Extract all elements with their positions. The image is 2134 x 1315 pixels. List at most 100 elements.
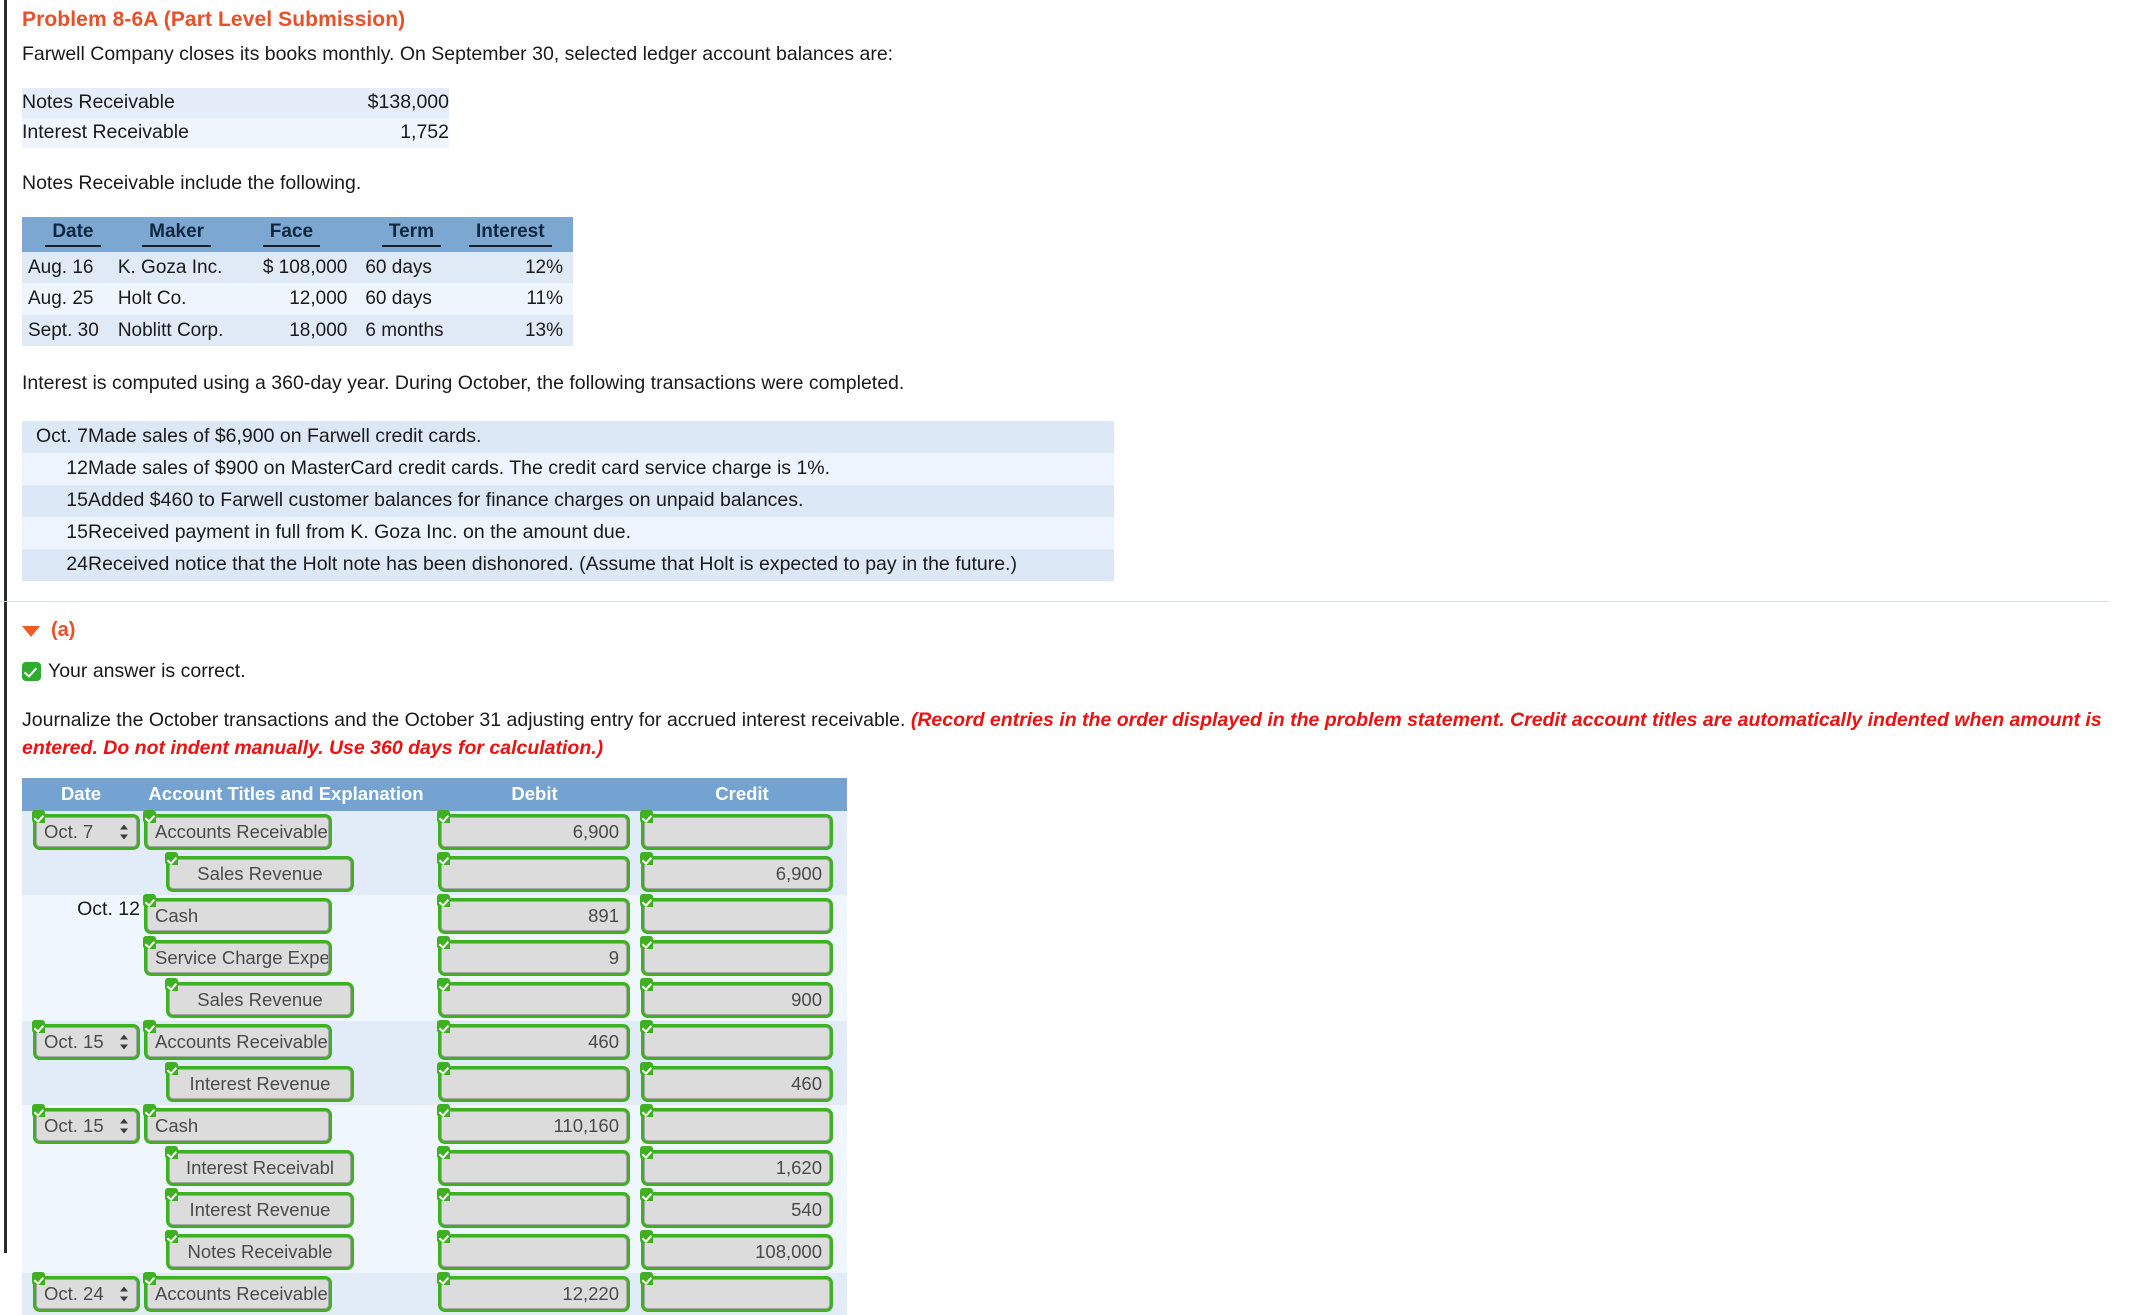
credit-field-wrapper: 1,620 [640,1146,833,1187]
credit-amount-input[interactable]: 540 [644,1195,830,1226]
debit-amount-input[interactable] [441,985,627,1016]
journal-credit-cell [637,894,847,937]
journal-col-debit: Debit [432,778,637,812]
account-title-input[interactable]: Accounts Receivable [147,1279,329,1310]
table-row: Interest Receivable 1,752 [22,118,449,148]
journal-row: Sales Revenue 6,900 [22,852,847,896]
journal-row: Sales Revenue 900 [22,978,847,1022]
journal-date-cell [22,1189,140,1231]
account-title-input[interactable]: Notes Receivable [169,1237,351,1268]
debit-amount-input[interactable]: 110,160 [441,1111,627,1142]
account-title-input[interactable]: Interest Receivabl [169,1153,351,1184]
credit-amount-input[interactable] [644,1111,830,1142]
collapse-triangle-icon[interactable] [22,625,40,637]
journal-credit-cell: 108,000 [637,1230,847,1273]
credit-amount-input[interactable] [644,943,830,974]
account-title-input[interactable]: Service Charge Expe [147,943,329,974]
debit-amount-input[interactable] [441,1153,627,1184]
part-a-header[interactable]: (a) [22,619,2132,642]
credit-amount-input[interactable] [644,1279,830,1310]
journal-date-cell [22,979,140,1021]
credit-field-wrapper: 900 [640,978,833,1019]
section-divider [0,600,2108,602]
journal-table-body: Oct. 7 Accounts Receivable 6,900 Sales Reve… [22,810,847,1315]
transaction-date: Oct. 7 [35,424,88,447]
table-row: Sept. 30 Noblitt Corp. 18,000 6 months 1… [22,314,573,346]
journal-table-head: Date Account Titles and Explanation Debi… [22,778,847,812]
journal-date-cell [22,1063,140,1105]
debit-field-slot [432,852,630,893]
journal-date-cell: Oct. 24 [22,1272,140,1315]
debit-field-wrapper [437,1188,630,1229]
debit-amount-input[interactable]: 6,900 [441,817,627,848]
check-icon [22,661,41,681]
debit-amount-input[interactable] [441,1195,627,1226]
balance-label: Interest Receivable [22,121,189,143]
debit-field-wrapper [437,978,630,1019]
transaction-date: 15 [66,520,88,543]
journalize-instruction: Journalize the October transactions and … [22,706,2112,763]
account-field-wrapper: Service Charge Expe [143,936,332,977]
journal-row: Oct. 15 Accounts Receivable 460 [22,1020,847,1064]
account-title-input[interactable]: Accounts Receivable [147,817,329,848]
journal-credit-cell: 6,900 [637,852,847,895]
credit-amount-input[interactable] [644,1027,830,1058]
spinner-icon[interactable] [120,824,129,841]
journal-credit-cell: 460 [637,1062,847,1105]
account-title-input[interactable]: Cash [147,901,329,932]
debit-field-slot: 460 [432,1020,630,1061]
debit-amount-input[interactable]: 9 [441,943,627,974]
journal-date-cell: Oct. 15 [22,1020,140,1063]
date-select[interactable]: Oct. 15 [36,1027,137,1058]
debit-amount-input[interactable]: 460 [441,1027,627,1058]
date-select[interactable]: Oct. 15 [36,1111,137,1142]
account-title-input[interactable]: Interest Revenue [169,1069,351,1100]
account-title-input[interactable]: Interest Revenue [169,1195,351,1226]
debit-amount-input[interactable]: 891 [441,901,627,932]
credit-field-wrapper [640,1272,833,1313]
balance-amount: $138,000 [367,91,449,113]
debit-amount-input[interactable] [441,1069,627,1100]
date-select-wrapper: Oct. 7 [32,810,140,851]
account-title-input[interactable]: Sales Revenue [169,985,351,1016]
journal-credit-cell: 1,620 [637,1146,847,1189]
spinner-icon[interactable] [120,1118,129,1135]
journal-account-cell: Notes Receivable [140,1230,432,1273]
journal-account-cell: Interest Revenue [140,1188,432,1231]
account-title-input[interactable]: Cash [147,1111,329,1142]
date-select[interactable]: Oct. 24 [36,1279,137,1310]
notes-col-date: Date [22,217,118,252]
spinner-icon[interactable] [120,1034,129,1051]
debit-amount-input[interactable] [441,1237,627,1268]
credit-field-slot [637,1104,833,1145]
journal-credit-cell: 900 [637,978,847,1021]
account-field-wrapper: Sales Revenue [165,978,354,1019]
spinner-icon[interactable] [120,1286,129,1303]
debit-amount-input[interactable] [441,859,627,890]
debit-field-wrapper: 110,160 [437,1104,630,1145]
credit-field-slot: 1,620 [637,1146,833,1187]
note-date: Aug. 16 [28,257,94,278]
page-title: Problem 8-6A (Part Level Submission) [22,8,406,31]
journal-debit-cell [432,1062,637,1105]
credit-amount-input[interactable]: 460 [644,1069,830,1100]
status-badge: Your answer is correct. [48,659,246,682]
account-title-input[interactable]: Accounts Receivable [147,1027,329,1058]
journal-date-cell [22,1231,140,1273]
journal-col-date: Date [22,778,140,812]
credit-field-wrapper: 540 [640,1188,833,1229]
account-field-slot: Cash [140,894,332,935]
account-title-input[interactable]: Sales Revenue [169,859,351,890]
credit-amount-input[interactable]: 900 [644,985,830,1016]
transactions-body: Oct. 7 Made sales of $6,900 on Farwell c… [22,420,1114,581]
credit-amount-input[interactable]: 6,900 [644,859,830,890]
credit-amount-input[interactable]: 108,000 [644,1237,830,1268]
credit-field-slot [637,894,833,935]
credit-field-slot: 540 [637,1188,833,1229]
journal-row: Interest Revenue 540 [22,1188,847,1232]
debit-amount-input[interactable]: 12,220 [441,1279,627,1310]
date-select[interactable]: Oct. 7 [36,817,137,848]
credit-amount-input[interactable] [644,817,830,848]
credit-amount-input[interactable]: 1,620 [644,1153,830,1184]
credit-amount-input[interactable] [644,901,830,932]
